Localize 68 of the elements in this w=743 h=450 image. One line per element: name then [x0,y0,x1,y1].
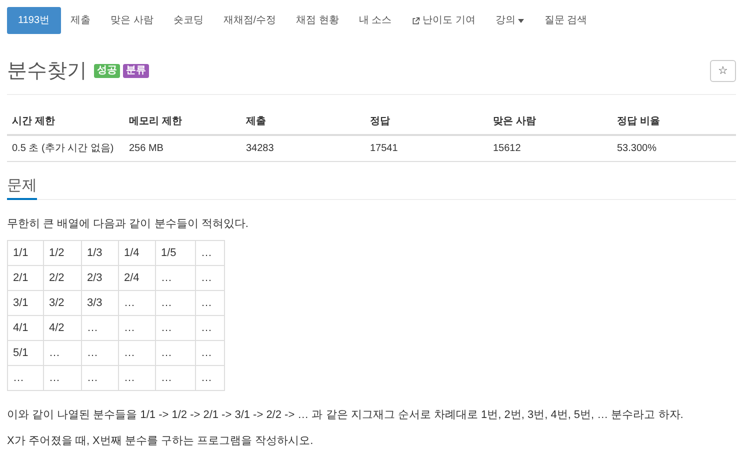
table-cell: 2/3 [82,266,118,290]
table-cell: 2/2 [44,266,82,290]
column-header: 맞은 사람 [488,109,612,135]
nav-tab[interactable]: 내 소스 [348,7,402,34]
nav-tab[interactable]: 채점 현황 [286,7,349,34]
table-cell: … [44,340,82,366]
table-cell: 1/1 [8,240,44,266]
table-cell: … [156,290,196,316]
table-cell: … [118,316,156,340]
table-cell: … [156,340,196,366]
problem-title: 분수찾기 [7,59,87,84]
table-cell: … [156,266,196,290]
table-cell: 34283 [241,135,365,162]
table-cell: … [118,290,156,316]
table-cell: … [118,340,156,366]
table-cell: 2/1 [8,266,44,290]
table-cell: 2/4 [118,266,156,290]
table-cell: … [196,316,224,340]
table-cell: 4/2 [44,316,82,340]
nav-tab[interactable]: 강의 [485,7,534,34]
table-cell: … [196,366,224,390]
table-cell: … [196,240,224,266]
table-cell: 1/3 [82,240,118,266]
label-badge: 성공 [94,64,120,78]
table-cell: 15612 [488,135,612,162]
table-cell: … [82,340,118,366]
paragraph: 무한히 큰 배열에 다음과 같이 분수들이 적혀있다. [7,217,250,232]
nav-tab[interactable]: 숏코딩 [163,7,214,34]
star-button[interactable]: ☆ [710,60,736,82]
label-badge: 분류 [123,64,149,78]
nav-tab[interactable]: 1193번 [7,7,61,34]
table-cell: 3/3 [82,290,118,316]
column-header: 정답 [365,109,488,135]
column-header: 시간 제한 [7,109,124,135]
table-cell: … [118,366,156,390]
table-cell: 4/1 [8,316,44,340]
table-cell: … [44,366,82,390]
table-cell: 5/1 [8,340,44,366]
table-cell: … [196,290,224,316]
table-cell: … [196,266,224,290]
column-header: 정답 비율 [612,109,736,135]
table-cell: … [156,316,196,340]
table-cell: … [196,340,224,366]
section-heading: 문제 [7,176,37,200]
table-cell: 1/5 [156,240,196,266]
table-cell: … [156,366,196,390]
nav-tab[interactable]: 제출 [60,7,101,34]
table-cell: … [82,316,118,340]
nav-tab[interactable]: 질문 검색 [534,7,598,34]
nav-tab[interactable]: 맞은 사람 [100,7,164,34]
table-cell: 0.5 초 (추가 시간 없음) [7,135,124,162]
table-cell: 256 MB [124,135,241,162]
table-cell: 1/4 [118,240,156,266]
caret-icon [518,18,524,22]
nav-tab[interactable]: 난이도 기여 [402,7,486,34]
table-cell: … [8,366,44,390]
table-cell: … [82,366,118,390]
table-cell: 17541 [365,135,488,162]
table-cell: 1/2 [44,240,82,266]
column-header: 제출 [241,109,365,135]
table-cell: 3/1 [8,290,44,316]
paragraph: X가 주어졌을 때, X번째 분수를 구하는 프로그램을 작성하시오. [7,434,314,449]
table-cell: 53.300% [612,135,736,162]
external-link-icon [412,16,420,24]
paragraph: 이와 같이 나열된 분수들을 1/1 -> 1/2 -> 2/1 -> 3/1 -> 2/2 -> … 과 같은 지그재그 순서로 차례대로 1번, 2번, 3번, 4번, 5번, … 분수라고 하자. [7,408,684,423]
column-header: 메모리 제한 [124,109,241,135]
nav-tab[interactable]: 재채점/수정 [213,7,286,34]
table-cell: 3/2 [44,290,82,316]
